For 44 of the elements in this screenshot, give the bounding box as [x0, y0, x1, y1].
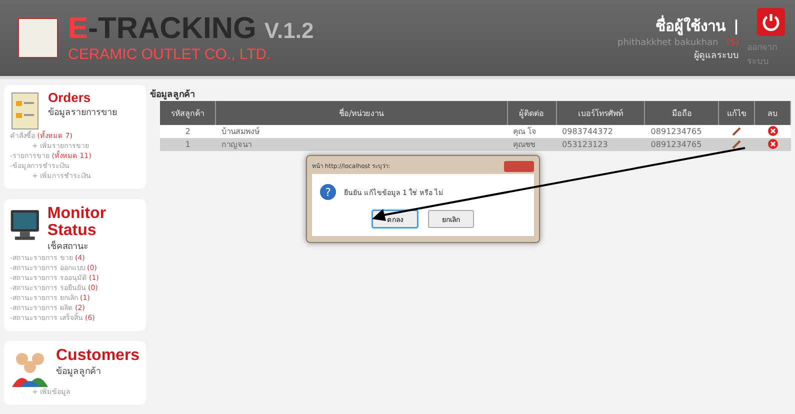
card-title: Monitor Status	[47, 205, 108, 239]
card-subtitle: ข้อมูลรายการขาย	[48, 106, 117, 119]
column-header: แก้ไข	[718, 101, 755, 125]
table-cell: 0983744372	[556, 125, 645, 138]
table-cell: 053123123	[556, 138, 645, 151]
table-cell: กาญจนา	[216, 138, 508, 151]
card-subtitle: เช็คสถานะ	[47, 240, 90, 253]
delete-icon[interactable]	[768, 138, 778, 148]
separator: |	[734, 17, 739, 35]
question-icon: ?	[320, 184, 336, 200]
company-name: CERAMIC OUTLET CO., LTD.	[68, 46, 272, 62]
close-button[interactable]	[504, 160, 534, 172]
brand-initial: E	[68, 14, 88, 44]
column-header: มือถือ	[644, 101, 719, 125]
user-count: (5)	[726, 38, 739, 48]
brand-name: -TRACKING	[88, 14, 256, 44]
card-title: Customers	[56, 347, 140, 364]
power-button[interactable]	[757, 8, 785, 36]
table-cell: 2	[160, 125, 216, 138]
table-cell: 0891234765	[644, 138, 719, 151]
table-cell: บ้านสมพงษ์	[216, 125, 508, 138]
pencil-icon[interactable]	[732, 138, 742, 148]
table-row[interactable]: 1 กาญจนา คุณชช 053123123 0891234765	[160, 138, 790, 151]
table-cell: คุณชช	[507, 138, 556, 151]
column-header: เบอร์โทรศัพท์	[556, 101, 645, 125]
power-icon	[762, 13, 780, 31]
delete-icon[interactable]	[768, 126, 778, 136]
section-title: ข้อมูลลูกค้า	[150, 88, 196, 101]
column-header: ลบ	[754, 101, 790, 125]
table-cell: 1	[160, 138, 216, 151]
user-label: ชื่อผู้ใช้งาน	[656, 14, 726, 38]
card-title: Orders	[48, 91, 92, 105]
card-subtitle: ข้อมูลลูกค้า	[56, 366, 102, 378]
pencil-icon[interactable]	[732, 126, 742, 136]
table-row[interactable]: 2 บ้านสมพงษ์ คุณ โจ 0983744372 0891234765	[160, 125, 790, 138]
table-cell: คุณ โจ	[507, 125, 556, 138]
user-name: phithakkhet bakukhan	[618, 38, 718, 48]
column-header: ชื่อ/หน่วยงาน	[216, 101, 508, 125]
table-cell: 0891234765	[644, 125, 719, 138]
column-header: รหัสลูกค้า	[160, 101, 216, 125]
column-header: ผู้ติดต่อ	[507, 101, 556, 125]
version-label: V.1.2	[264, 16, 314, 44]
role-label: ผู้ดูแลระบบ	[694, 50, 739, 62]
company-logo	[18, 18, 58, 58]
